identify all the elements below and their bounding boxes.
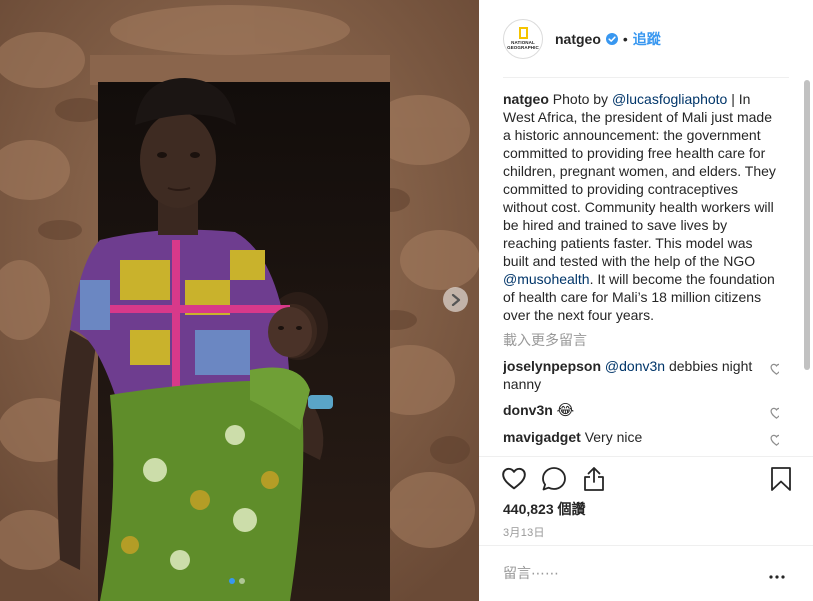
comment-user[interactable]: donv3n xyxy=(503,402,553,418)
follow-button[interactable]: 追蹤 xyxy=(633,29,661,49)
caption-pre: Photo by xyxy=(552,91,609,107)
comment-text: 😂 xyxy=(556,402,575,419)
bookmark-icon[interactable] xyxy=(770,466,792,497)
post-caption: natgeo Photo by @lucasfogliaphoto | In W… xyxy=(503,90,779,324)
comment-text: Very nice xyxy=(584,429,643,445)
comment-user[interactable]: joselynpepson xyxy=(503,358,601,374)
divider xyxy=(503,77,789,78)
comments-scrollbar[interactable] xyxy=(804,80,810,370)
comment-item: mavigadget Very nice xyxy=(503,428,779,446)
post-header: NATIONAL GEOGRAPHIC natgeo • 追蹤 xyxy=(479,0,813,77)
username-link[interactable]: natgeo xyxy=(555,31,601,47)
carousel-dot-active xyxy=(229,578,235,584)
share-icon[interactable] xyxy=(582,466,606,497)
comment-item: joselynpepson @donv3n debbies night nann… xyxy=(503,357,779,393)
caption-body: | In West Africa, the president of Mali … xyxy=(503,91,776,269)
comment-like-heart-icon[interactable] xyxy=(770,405,779,423)
caption-author[interactable]: natgeo xyxy=(503,91,549,107)
post-actions xyxy=(501,466,796,494)
post-photo[interactable] xyxy=(0,0,479,601)
comments-list: natgeo Photo by @lucasfogliaphoto | In W… xyxy=(503,90,779,456)
comment-item: donv3n 😂 xyxy=(503,401,779,420)
comment-user[interactable]: mavigadget xyxy=(503,429,581,445)
header-bullet: • xyxy=(622,30,628,47)
caption-mention-ngo[interactable]: @musohealth xyxy=(503,271,590,287)
load-more-comments-button[interactable]: 載入更多留言 xyxy=(503,331,779,349)
comment-icon[interactable] xyxy=(541,466,567,497)
post-side-panel: NATIONAL GEOGRAPHIC natgeo • 追蹤 natgeo P… xyxy=(479,0,813,601)
avatar[interactable]: NATIONAL GEOGRAPHIC xyxy=(503,18,543,59)
next-photo-button[interactable] xyxy=(443,287,468,312)
divider xyxy=(479,545,813,546)
avatar-text-2: GEOGRAPHIC xyxy=(507,45,539,50)
photo-illustration xyxy=(0,0,479,601)
add-comment-input[interactable] xyxy=(503,561,753,585)
divider xyxy=(479,456,813,457)
more-options-icon[interactable] xyxy=(769,566,785,584)
comment-like-heart-icon[interactable] xyxy=(770,361,779,379)
like-count[interactable]: 440,823 個讚 xyxy=(503,499,586,519)
carousel-indicator xyxy=(229,578,245,584)
caption-mention-photographer[interactable]: @lucasfogliaphoto xyxy=(612,91,727,107)
carousel-dot xyxy=(239,578,245,584)
natgeo-logo-icon xyxy=(518,27,528,39)
comment-mention[interactable]: @donv3n xyxy=(605,358,665,374)
chevron-right-icon xyxy=(451,293,460,306)
comment-like-heart-icon[interactable] xyxy=(770,432,779,450)
post-date: 3月13日 xyxy=(503,527,545,539)
heart-icon[interactable] xyxy=(501,466,527,495)
verified-badge-icon xyxy=(605,32,618,45)
